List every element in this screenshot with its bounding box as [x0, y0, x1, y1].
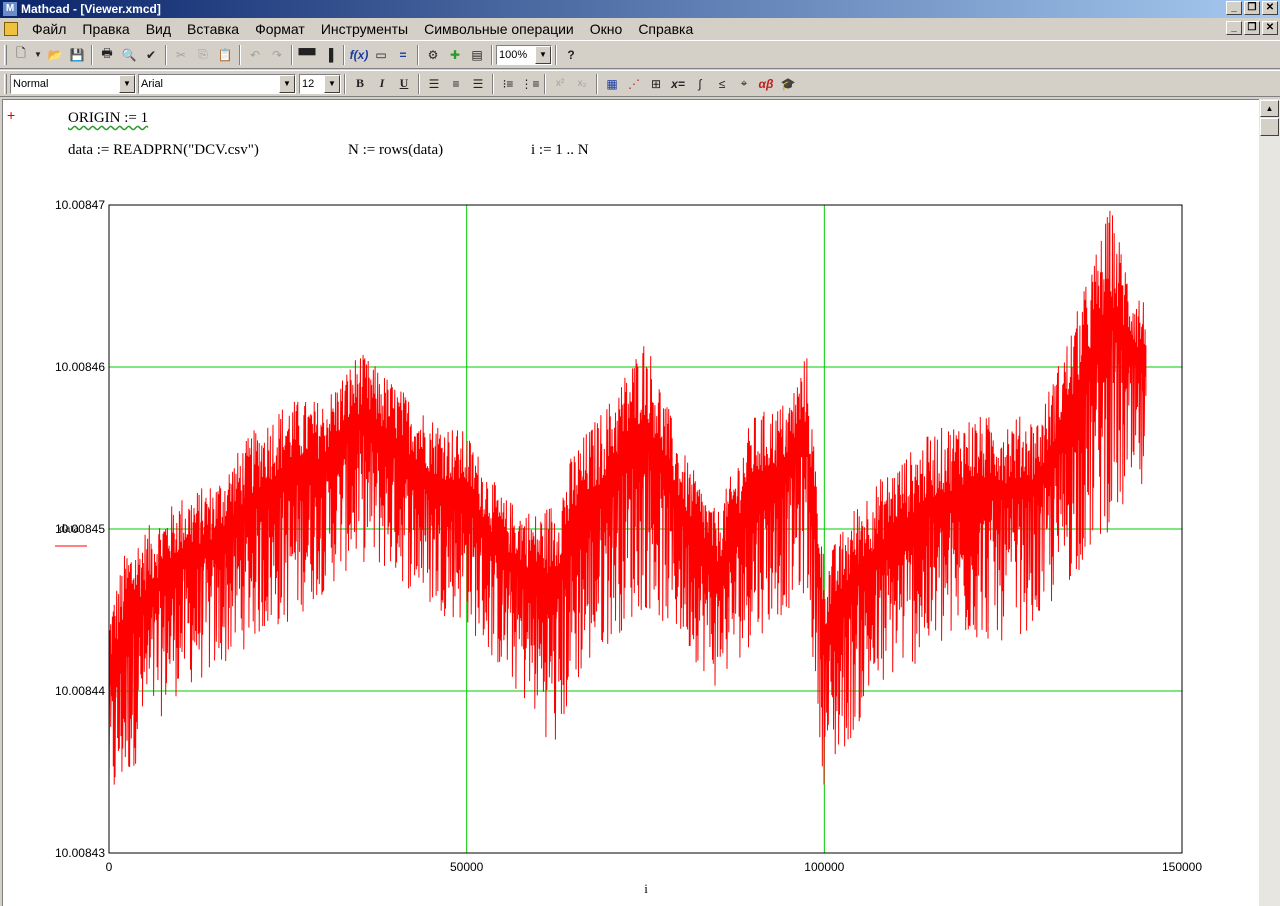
align-center-icon[interactable]: ≡ [445, 73, 467, 95]
toolbar-grip[interactable] [4, 44, 7, 65]
font-value: Arial [141, 77, 164, 90]
menu-window[interactable]: Окно [582, 21, 631, 37]
y-tick-label: 10.00846 [55, 360, 105, 374]
calculus-toolbar-icon[interactable]: ∫ [689, 73, 711, 95]
window-title: Mathcad - [Viewer.xmcd] [21, 2, 161, 16]
print-icon[interactable]: 🖶 [96, 44, 118, 66]
numbering-icon[interactable]: ⋮≡ [519, 73, 541, 95]
worksheet[interactable]: + ORIGIN := 1 data := READPRN("DCV.csv")… [2, 99, 1259, 906]
menu-help[interactable]: Справка [630, 21, 701, 37]
style-value: Normal [13, 77, 49, 90]
chevron-down-icon[interactable]: ▼ [279, 74, 295, 93]
menu-tools[interactable]: Инструменты [313, 21, 416, 37]
resource-center-icon[interactable]: ✚ [444, 44, 466, 66]
scroll-up-icon[interactable]: ▲ [1260, 100, 1279, 117]
new-document-icon[interactable]: 🗋 [10, 44, 32, 66]
insert-unit-icon[interactable]: ▭ [370, 44, 392, 66]
doc-minimize-button[interactable]: _ [1226, 21, 1242, 35]
chevron-down-icon[interactable]: ▼ [324, 74, 340, 93]
font-select[interactable]: Arial ▼ [138, 73, 296, 94]
graph-toolbar-icon[interactable]: ⋰ [623, 73, 645, 95]
restore-button[interactable]: ❐ [1244, 1, 1260, 15]
vertical-scrollbar[interactable]: ▲ [1259, 99, 1280, 906]
doc-close-button[interactable]: ✕ [1262, 21, 1278, 35]
x-tick-label: 0 [106, 860, 113, 874]
new-dropdown-icon[interactable]: ▼ [32, 44, 44, 66]
align-across-icon[interactable]: ▀▀ [296, 44, 318, 66]
menu-view[interactable]: Вид [138, 21, 179, 37]
insert-function-icon[interactable]: f(x) [348, 44, 370, 66]
bullets-icon[interactable]: ⁝≡ [497, 73, 519, 95]
spell-check-icon[interactable]: ✔ [140, 44, 162, 66]
align-left-icon[interactable]: ☰ [423, 73, 445, 95]
scroll-thumb[interactable] [1260, 118, 1279, 136]
xy-plot[interactable]: 0 50000 100000 150000 10.00843 10.00844 10.008… [3, 100, 1258, 905]
standard-toolbar: 🗋 ▼ 📂 💾 🖶 🔍 ✔ ✂ ⎘ 📋 ↶ ↷ ▀▀ ▐ f(x) ▭ = ⚙ … [0, 40, 1280, 69]
menu-insert[interactable]: Вставка [179, 21, 247, 37]
data-series-0 [108, 210, 1147, 785]
x-tick-label: 100000 [804, 860, 844, 874]
bold-icon[interactable]: B [349, 73, 371, 95]
x-tick-label: 50000 [450, 860, 484, 874]
align-right-icon[interactable]: ☰ [467, 73, 489, 95]
font-size-select[interactable]: 12 ▼ [299, 73, 341, 94]
y-axis-label: data [59, 521, 80, 535]
menu-format[interactable]: Формат [247, 21, 313, 37]
style-select[interactable]: Normal ▼ [10, 73, 136, 94]
document-icon[interactable] [4, 21, 18, 36]
title-bar: M Mathcad - [Viewer.xmcd] _ ❐ ✕ [0, 0, 1280, 18]
y-tick-label: 10.00847 [55, 198, 105, 212]
paste-icon[interactable]: 📋 [214, 44, 236, 66]
menu-edit[interactable]: Правка [74, 21, 137, 37]
greek-toolbar-icon[interactable]: αβ [755, 73, 777, 95]
save-icon[interactable]: 💾 [66, 44, 88, 66]
x-axis-label: i [644, 881, 648, 896]
redo-icon[interactable]: ↷ [266, 44, 288, 66]
copy-icon[interactable]: ⎘ [192, 44, 214, 66]
minimize-button[interactable]: _ [1226, 1, 1242, 15]
cut-icon[interactable]: ✂ [170, 44, 192, 66]
y-tick-label: 10.00843 [55, 846, 105, 860]
menu-bar: Файл Правка Вид Вставка Формат Инструмен… [0, 18, 1280, 39]
italic-icon[interactable]: I [371, 73, 393, 95]
superscript-icon[interactable]: x² [549, 73, 571, 95]
calculate-icon[interactable]: = [392, 44, 414, 66]
subscript-icon[interactable]: x₂ [571, 73, 593, 95]
symbolic-toolbar-icon[interactable]: 🎓 [777, 73, 799, 95]
help-icon[interactable]: ? [560, 44, 582, 66]
formatting-toolbar: Normal ▼ Arial ▼ 12 ▼ B I U ☰ ≡ ☰ ⁝≡ ⋮≡ … [0, 70, 1280, 97]
x-tick-label: 150000 [1162, 860, 1202, 874]
doc-restore-button[interactable]: ❐ [1244, 21, 1260, 35]
menu-file[interactable]: Файл [24, 21, 74, 37]
font-size-value: 12 [302, 77, 315, 90]
mathcad-app-icon: M [3, 2, 17, 16]
align-down-icon[interactable]: ▐ [318, 44, 340, 66]
calculator-icon[interactable]: ▦ [601, 73, 623, 95]
evaluation-toolbar-icon[interactable]: x= [667, 73, 689, 95]
boolean-toolbar-icon[interactable]: ≤ [711, 73, 733, 95]
chevron-down-icon[interactable]: ▼ [535, 45, 551, 64]
insert-region-icon[interactable]: ▤ [466, 44, 488, 66]
menu-symbolics[interactable]: Символьные операции [416, 21, 582, 37]
zoom-value: 100% [499, 48, 528, 61]
underline-icon[interactable]: U [393, 73, 415, 95]
programming-toolbar-icon[interactable]: ⌖ [733, 73, 755, 95]
print-preview-icon[interactable]: 🔍 [118, 44, 140, 66]
component-wizard-icon[interactable]: ⚙ [422, 44, 444, 66]
chevron-down-icon[interactable]: ▼ [119, 74, 135, 93]
toolbar-grip[interactable] [4, 73, 7, 94]
y-tick-label: 10.00844 [55, 684, 105, 698]
matrix-toolbar-icon[interactable]: ⊞ [645, 73, 667, 95]
zoom-select[interactable]: 100% ▼ [496, 44, 552, 65]
open-folder-icon[interactable]: 📂 [44, 44, 66, 66]
close-button[interactable]: ✕ [1262, 1, 1278, 15]
undo-icon[interactable]: ↶ [244, 44, 266, 66]
